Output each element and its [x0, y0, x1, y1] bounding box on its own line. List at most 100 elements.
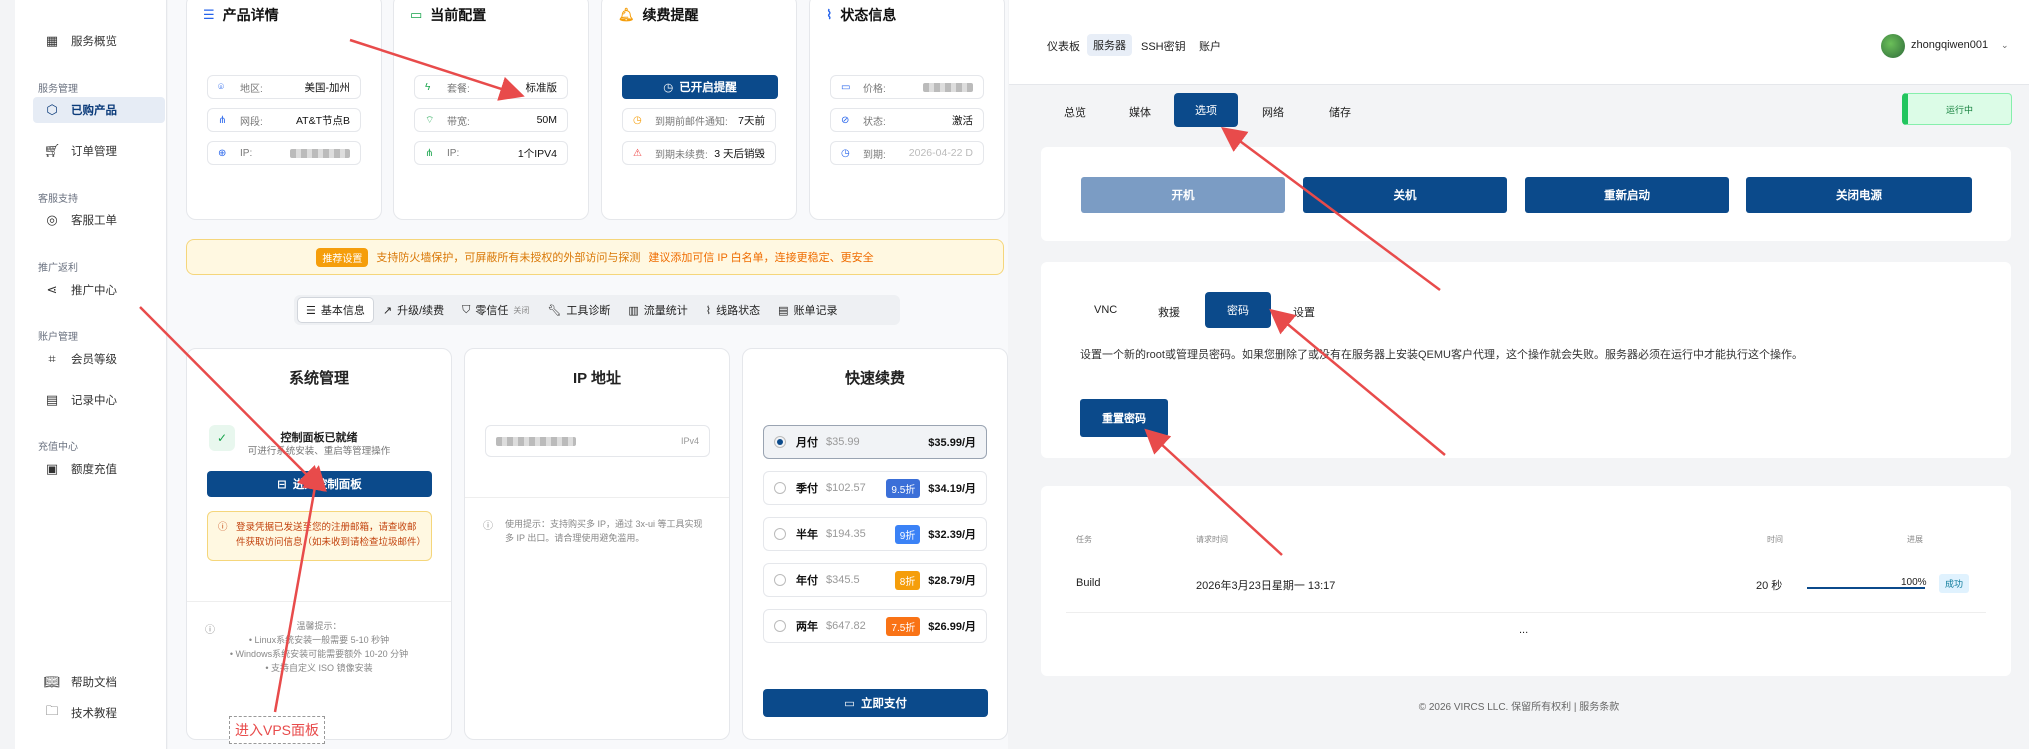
chevron-down-icon[interactable]: ⌄ — [2001, 40, 2009, 51]
ip-address-card: IP 地址 IPv4 ⓘ 使用提示：支持购买多 IP，通过 3x-ui 等工具实… — [464, 348, 730, 740]
info-icon: ⓘ — [483, 521, 493, 532]
sidebar-item-member-level[interactable]: ⌗ 会员等级 — [33, 346, 165, 372]
redacted-ip — [496, 436, 576, 446]
grid-icon: ▦ — [45, 33, 59, 48]
restart-button[interactable]: 重新启动 — [1525, 177, 1729, 213]
network-row: ⋔ 网段: AT&T节点B — [207, 108, 361, 132]
load-more[interactable]: ... — [1519, 624, 1528, 636]
subtab-vnc[interactable]: VNC — [1094, 304, 1117, 316]
sidebar-item-records[interactable]: ▤ 记录中心 — [33, 387, 165, 413]
region-row: ⌾ 地区: 美国-加州 — [207, 75, 361, 99]
current-config-card: ▭ 当前配置 ϟ 套餐: 标准版 ⌔ 带宽: 50M ⋔ IP: 1个IPV4 — [393, 0, 589, 220]
tab-network[interactable]: 网络 — [1262, 104, 1284, 120]
plan-option-quarterly[interactable]: 季付 $102.57 9.5折 $34.19/月 — [763, 471, 987, 505]
bell-icon: 🔔︎ — [618, 7, 635, 22]
subtab-rescue[interactable]: 救援 — [1158, 304, 1180, 320]
sidebar-section-support: 客服支持 — [38, 194, 78, 205]
tab-overview[interactable]: 总览 — [1064, 104, 1086, 120]
location-icon: ⌾ — [218, 81, 224, 93]
warning-icon: ⚠ — [633, 147, 642, 159]
trend-icon: ↗ — [382, 304, 393, 317]
sidebar-item-help-docs[interactable]: 📖︎ 帮助文档 — [33, 669, 165, 695]
sidebar-item-promo-center[interactable]: ⋖ 推广中心 — [33, 277, 165, 303]
subtab-settings[interactable]: 设置 — [1293, 304, 1315, 320]
discount-badge: 8折 — [894, 570, 921, 590]
status-badge: 成功 — [1939, 574, 1970, 593]
sidebar-section-recharge: 充值中心 — [38, 442, 78, 453]
sidebar-item-tutorials[interactable]: 🗀 技术教程 — [33, 700, 165, 726]
card-title: IP 地址 — [572, 370, 622, 387]
tab-billing[interactable]: ▤ 账单记录 — [770, 298, 845, 322]
nav-dashboard[interactable]: 仪表板 — [1047, 38, 1080, 54]
avatar[interactable] — [1881, 34, 1905, 58]
annotation-label: 进入VPS面板 — [229, 716, 325, 744]
discount-badge: 7.5折 — [886, 616, 921, 636]
tab-traffic[interactable]: ▥ 流量统计 — [620, 298, 695, 322]
plan-option-twoyear[interactable]: 两年 $647.82 7.5折 $26.99/月 — [763, 609, 987, 643]
power-off-button[interactable]: 关闭电源 — [1746, 177, 1972, 213]
ip-count-row: ⋔ IP: 1个IPV4 — [414, 141, 568, 165]
network-icon: ⋔ — [425, 147, 434, 159]
nav-servers[interactable]: 服务器 — [1087, 34, 1132, 56]
sidebar-section-service: 服务管理 — [38, 84, 78, 95]
book-icon: 📖︎ — [43, 674, 61, 689]
status-info-card: ⌇ 状态信息 ▭ 价格: ⊘ 状态: 激活 ◷ 到期: 2026-04-22 D — [809, 0, 1005, 220]
plan-option-monthly[interactable]: 月付 $35.99 $35.99/月 — [763, 425, 987, 459]
shutdown-button[interactable]: 关机 — [1303, 177, 1507, 213]
notify-row: ◷ 到期前邮件通知: 7天前 — [622, 108, 776, 132]
reset-password-button[interactable]: 重置密码 — [1080, 399, 1168, 437]
card-title: 状态信息 — [840, 7, 897, 23]
sidebar-item-overview[interactable]: ▦ 服务概览 — [33, 28, 165, 54]
plan-option-halfyear[interactable]: 半年 $194.35 9折 $32.39/月 — [763, 517, 987, 551]
task-table: 任务 请求时间 时间 进展 Build 2026年3月23日星期一 13:17 … — [1041, 486, 2011, 676]
power-card: 开机 关机 重新启动 关闭电源 — [1041, 147, 2011, 241]
sidebar-item-quota-recharge[interactable]: ▣ 额度充值 — [33, 456, 165, 482]
nav-ssh-keys[interactable]: SSH密钥 — [1141, 38, 1186, 54]
card-title: 产品详情 — [222, 7, 279, 23]
status-running-badge: 运行中 — [1902, 93, 2012, 125]
tab-zero-trust[interactable]: ⛉ 零信任 关闭 — [454, 298, 537, 322]
top-nav: 仪表板 服务器 SSH密钥 账户 zhongqiwen001 ⌄ — [1009, 0, 2029, 84]
enter-control-panel-button[interactable]: ⊟ 进入控制面板 — [207, 471, 432, 497]
username[interactable]: zhongqiwen001 — [1911, 39, 1988, 51]
tab-storage[interactable]: 储存 — [1329, 104, 1351, 120]
sidebar-item-tickets[interactable]: ◎ 客服工单 — [33, 207, 165, 233]
clock-icon: ◷ — [841, 147, 850, 159]
tab-basic-info[interactable]: ☰ 基本信息 — [298, 298, 373, 322]
sidebar: ▦ 服务概览 服务管理 ⬡ 已购产品 🛒︎ 订单管理 客服支持 ◎ 客服工单 推广返利 … — [15, 0, 167, 749]
renewal-reminder-card: 🔔︎ 续费提醒 ◷ 已开启提醒 ◷ 到期前邮件通知: 7天前 ⚠ 到期未续费: 3 天后销毁 — [601, 0, 797, 220]
nav-account[interactable]: 账户 — [1199, 38, 1221, 54]
state-row: ⊘ 状态: 激活 — [830, 108, 984, 132]
card-icon: ▭ — [841, 81, 851, 93]
network-icon: ⋔ — [218, 114, 227, 126]
folder-icon: 🗀 — [45, 703, 59, 718]
tab-options[interactable]: 选项 — [1174, 93, 1238, 127]
card-title: 续费提醒 — [642, 7, 699, 23]
discount-badge: 9折 — [894, 524, 921, 544]
card-icon: ▭ — [844, 698, 855, 710]
server-icon: ☰ — [306, 304, 316, 317]
ip-field: IPv4 — [485, 425, 710, 457]
scan-icon: ⌗ — [48, 351, 56, 366]
ip-row: ⊕ IP: — [207, 141, 361, 165]
whitelist-link[interactable]: 建议添加可信 IP 白名单，连接更稳定、更安全 — [648, 249, 873, 265]
sidebar-item-orders[interactable]: 🛒︎ 订单管理 — [33, 138, 165, 164]
server-icon: ☰ — [203, 7, 215, 22]
pay-now-button[interactable]: ▭ 立即支付 — [763, 689, 988, 717]
cube-icon: ⬡ — [46, 102, 58, 117]
password-card: VNC 救援 密码 设置 设置一个新的root或管理员密码。如果您删除了或没有在… — [1041, 262, 2011, 458]
sidebar-item-purchased[interactable]: ⬡ 已购产品 — [33, 97, 165, 123]
plan-row: ϟ 套餐: 标准版 — [414, 75, 568, 99]
tab-tools[interactable]: 🔧︎ 工具诊断 — [539, 298, 618, 322]
card-title: 当前配置 — [430, 7, 487, 23]
tab-route[interactable]: ⌇ 线路状态 — [698, 298, 768, 322]
tab-upgrade[interactable]: ↗ 升级/续费 — [375, 298, 452, 322]
tab-media[interactable]: 媒体 — [1129, 104, 1151, 120]
subtab-password[interactable]: 密码 — [1205, 292, 1271, 328]
power-on-button[interactable]: 开机 — [1081, 177, 1285, 213]
globe-icon: ⊕ — [218, 147, 227, 159]
plan-option-yearly[interactable]: 年付 $345.5 8折 $28.79/月 — [763, 563, 987, 597]
wallet-icon: ▣ — [45, 461, 59, 476]
reminder-enabled-button[interactable]: ◷ 已开启提醒 — [622, 75, 778, 99]
wifi-icon: ⌔ — [425, 114, 435, 126]
